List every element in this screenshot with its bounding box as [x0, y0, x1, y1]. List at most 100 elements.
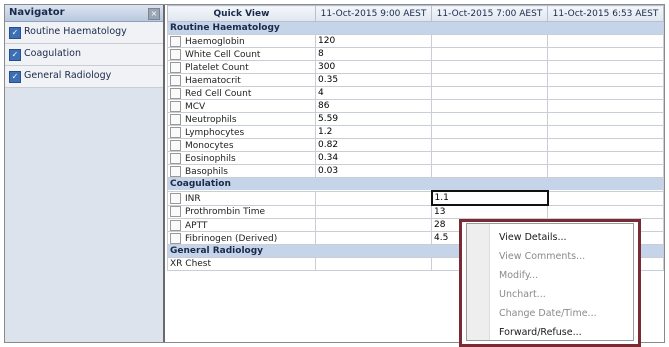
result-value-cell[interactable] — [431, 86, 548, 100]
result-value-cell[interactable] — [431, 151, 548, 165]
result-value-cell[interactable] — [315, 204, 432, 219]
result-name-cell[interactable]: INR — [167, 190, 316, 206]
result-value-cell[interactable] — [315, 231, 432, 245]
result-name-cell[interactable]: Basophils — [167, 164, 316, 178]
table-row[interactable]: Monocytes 0.82 — [167, 138, 664, 152]
column-header-quick-view[interactable]: Quick View — [167, 5, 316, 22]
result-value-cell[interactable] — [431, 125, 548, 139]
row-checkbox[interactable] — [170, 35, 181, 47]
result-name-cell[interactable]: White Cell Count — [167, 47, 316, 61]
section-header-row[interactable]: Routine Haematology — [167, 21, 664, 35]
checkbox-checked-icon[interactable]: ✓ — [9, 49, 21, 61]
result-value-cell[interactable] — [431, 34, 548, 48]
result-value-cell[interactable] — [547, 151, 664, 165]
result-name-cell[interactable]: Prothrombin Time — [167, 204, 316, 219]
row-checkbox[interactable] — [170, 61, 181, 73]
result-value-cell[interactable] — [431, 60, 548, 74]
result-value-cell[interactable] — [547, 112, 664, 126]
navigator-item-routine-haematology[interactable]: ✓ Routine Haematology — [5, 22, 163, 44]
result-value-cell[interactable] — [547, 204, 664, 219]
result-name-cell[interactable]: Haematocrit — [167, 73, 316, 87]
result-value-cell[interactable] — [547, 125, 664, 139]
section-header-row[interactable]: Coagulation — [167, 177, 664, 192]
result-value-cell[interactable] — [547, 138, 664, 152]
row-checkbox[interactable] — [170, 192, 181, 204]
table-row[interactable]: INR 1.1 — [167, 190, 664, 206]
menu-item-change-date-time[interactable]: Change Date/Time... — [499, 308, 597, 319]
result-name-cell[interactable]: MCV — [167, 99, 316, 113]
menu-item-unchart[interactable]: Unchart... — [499, 289, 546, 300]
result-name-cell[interactable]: Red Cell Count — [167, 86, 316, 100]
table-row[interactable]: White Cell Count 8 — [167, 47, 664, 61]
result-value-cell[interactable] — [431, 138, 548, 152]
result-value-cell[interactable]: 0.03 — [315, 164, 432, 178]
result-value-cell[interactable]: 4 — [315, 86, 432, 100]
close-icon[interactable]: × — [148, 8, 160, 20]
result-name-cell[interactable]: Neutrophils — [167, 112, 316, 126]
result-value-cell[interactable] — [547, 60, 664, 74]
table-row[interactable]: Haemoglobin 120 — [167, 34, 664, 48]
checkbox-checked-icon[interactable]: ✓ — [9, 27, 21, 39]
row-checkbox[interactable] — [170, 113, 181, 125]
table-row[interactable]: Eosinophils 0.34 — [167, 151, 664, 165]
menu-item-forward-refuse[interactable]: Forward/Refuse... — [499, 327, 582, 338]
table-row[interactable]: Platelet Count 300 — [167, 60, 664, 74]
result-value-cell[interactable]: 120 — [315, 34, 432, 48]
column-header-date[interactable]: 11-Oct-2015 7:00 AEST — [431, 5, 548, 22]
row-checkbox[interactable] — [170, 232, 181, 244]
result-name-cell[interactable]: Lymphocytes — [167, 125, 316, 139]
menu-item-view-comments[interactable]: View Comments... — [499, 251, 585, 262]
result-value-cell[interactable]: 1.2 — [315, 125, 432, 139]
table-row[interactable]: Basophils 0.03 — [167, 164, 664, 178]
row-checkbox[interactable] — [170, 126, 181, 138]
table-row[interactable]: MCV 86 — [167, 99, 664, 113]
result-value-cell[interactable] — [547, 73, 664, 87]
result-value-cell[interactable] — [547, 190, 664, 206]
row-checkbox[interactable] — [170, 74, 181, 86]
row-checkbox[interactable] — [170, 219, 181, 231]
navigator-item-coagulation[interactable]: ✓ Coagulation — [5, 44, 163, 66]
result-value-cell[interactable] — [315, 190, 432, 206]
result-value-cell[interactable] — [431, 73, 548, 87]
result-value-cell[interactable]: 0.82 — [315, 138, 432, 152]
result-value-cell[interactable] — [547, 34, 664, 48]
result-name-cell[interactable]: APTT — [167, 218, 316, 232]
result-value-cell[interactable] — [547, 99, 664, 113]
row-checkbox[interactable] — [170, 87, 181, 99]
table-row[interactable]: Lymphocytes 1.2 — [167, 125, 664, 139]
result-value-cell[interactable]: 0.34 — [315, 151, 432, 165]
navigator-item-general-radiology[interactable]: ✓ General Radiology — [5, 66, 163, 88]
result-value-cell[interactable]: 0.35 — [315, 73, 432, 87]
result-value-cell[interactable] — [547, 164, 664, 178]
result-value-cell[interactable] — [431, 164, 548, 178]
result-name-cell[interactable]: XR Chest — [167, 257, 316, 271]
result-name-cell[interactable]: Fibrinogen (Derived) — [167, 231, 316, 245]
result-value-cell[interactable] — [315, 218, 432, 232]
result-name-cell[interactable]: Haemoglobin — [167, 34, 316, 48]
table-row[interactable]: Prothrombin Time 13 — [167, 204, 664, 219]
row-checkbox[interactable] — [170, 139, 181, 151]
result-value-cell[interactable] — [315, 257, 432, 271]
row-checkbox[interactable] — [170, 48, 181, 60]
result-value-cell[interactable]: 13 — [431, 204, 548, 219]
row-checkbox[interactable] — [170, 206, 181, 218]
result-value-cell[interactable] — [547, 47, 664, 61]
result-value-cell[interactable] — [431, 112, 548, 126]
column-header-date[interactable]: 11-Oct-2015 9:00 AEST — [315, 5, 432, 22]
row-checkbox[interactable] — [170, 152, 181, 164]
checkbox-checked-icon[interactable]: ✓ — [9, 71, 21, 83]
result-value-cell[interactable] — [547, 86, 664, 100]
result-value-cell[interactable] — [431, 99, 548, 113]
result-value-cell[interactable]: 8 — [315, 47, 432, 61]
result-name-cell[interactable]: Monocytes — [167, 138, 316, 152]
result-value-cell[interactable]: 1.1 — [430, 190, 549, 206]
result-value-cell[interactable]: 86 — [315, 99, 432, 113]
menu-item-modify[interactable]: Modify... — [499, 270, 538, 281]
result-name-cell[interactable]: Eosinophils — [167, 151, 316, 165]
column-header-date[interactable]: 11-Oct-2015 6:53 AEST — [547, 5, 664, 22]
table-row[interactable]: Red Cell Count 4 — [167, 86, 664, 100]
table-row[interactable]: Neutrophils 5.59 — [167, 112, 664, 126]
table-row[interactable]: Haematocrit 0.35 — [167, 73, 664, 87]
result-value-cell[interactable] — [431, 47, 548, 61]
result-value-cell[interactable]: 5.59 — [315, 112, 432, 126]
